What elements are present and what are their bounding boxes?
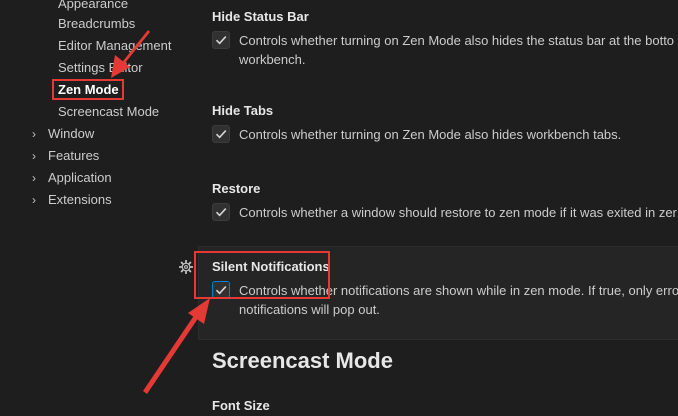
check-icon	[215, 130, 227, 139]
hide-tabs-checkbox[interactable]	[212, 125, 230, 143]
description-line: notifications will pop out.	[239, 302, 380, 317]
settings-editor: Appearance Breadcrumbs Editor Management…	[0, 0, 678, 416]
description-line: Controls whether turning on Zen Mode als…	[239, 127, 622, 142]
check-icon	[215, 208, 227, 217]
chevron-right-icon: ›	[32, 171, 36, 185]
setting-description: Controls whether turning on Zen Mode als…	[239, 125, 678, 144]
hide-status-bar-checkbox[interactable]	[212, 31, 230, 49]
toc-item-label: Application	[48, 170, 112, 185]
section-heading: Screencast Mode	[212, 348, 393, 373]
setting-description: Controls whether turning on Zen Mode als…	[239, 31, 678, 69]
toc-item-screencast-mode[interactable]: Screencast Mode	[58, 101, 159, 123]
toc-item-extensions[interactable]: › Extensions	[32, 189, 112, 211]
annotation-highlight-box	[52, 79, 124, 100]
toc-item-breadcrumbs[interactable]: Breadcrumbs	[58, 13, 135, 35]
settings-toc: Appearance Breadcrumbs Editor Management…	[0, 0, 190, 416]
toc-item-features[interactable]: › Features	[32, 145, 99, 167]
toc-item-label: Extensions	[48, 192, 112, 207]
toc-item-label: Features	[48, 148, 100, 163]
description-line: Controls whether a window should restore…	[239, 205, 677, 220]
setting-hide-status-bar: Hide Status Bar Controls whether turning…	[212, 7, 678, 67]
check-icon	[215, 36, 227, 45]
restore-checkbox[interactable]	[212, 203, 230, 221]
description-line: workbench.	[239, 52, 306, 67]
toc-item-settings-editor[interactable]: Settings Editor	[58, 57, 143, 79]
description-line: Controls whether turning on Zen Mode als…	[239, 33, 675, 48]
toc-item-window[interactable]: › Window	[32, 123, 94, 145]
toc-item-label: Window	[48, 126, 95, 141]
toc-item-editor-management[interactable]: Editor Management	[58, 35, 171, 57]
toc-item-application[interactable]: › Application	[32, 167, 112, 189]
setting-hide-tabs: Hide Tabs Controls whether turning on Ze…	[212, 101, 678, 143]
annotation-highlight-box	[194, 251, 330, 299]
chevron-right-icon: ›	[32, 149, 36, 163]
setting-title: Restore	[212, 181, 261, 196]
chevron-right-icon: ›	[32, 193, 36, 207]
setting-restore: Restore Controls whether a window should…	[212, 179, 678, 221]
setting-title: Hide Status Bar	[212, 9, 309, 24]
setting-font-size: Font Size	[212, 396, 678, 416]
setting-title: Font Size	[212, 398, 270, 413]
setting-description: Controls whether a window should restore…	[239, 203, 678, 222]
gear-icon[interactable]	[179, 260, 193, 274]
chevron-right-icon: ›	[32, 127, 36, 141]
setting-title: Hide Tabs	[212, 103, 274, 118]
